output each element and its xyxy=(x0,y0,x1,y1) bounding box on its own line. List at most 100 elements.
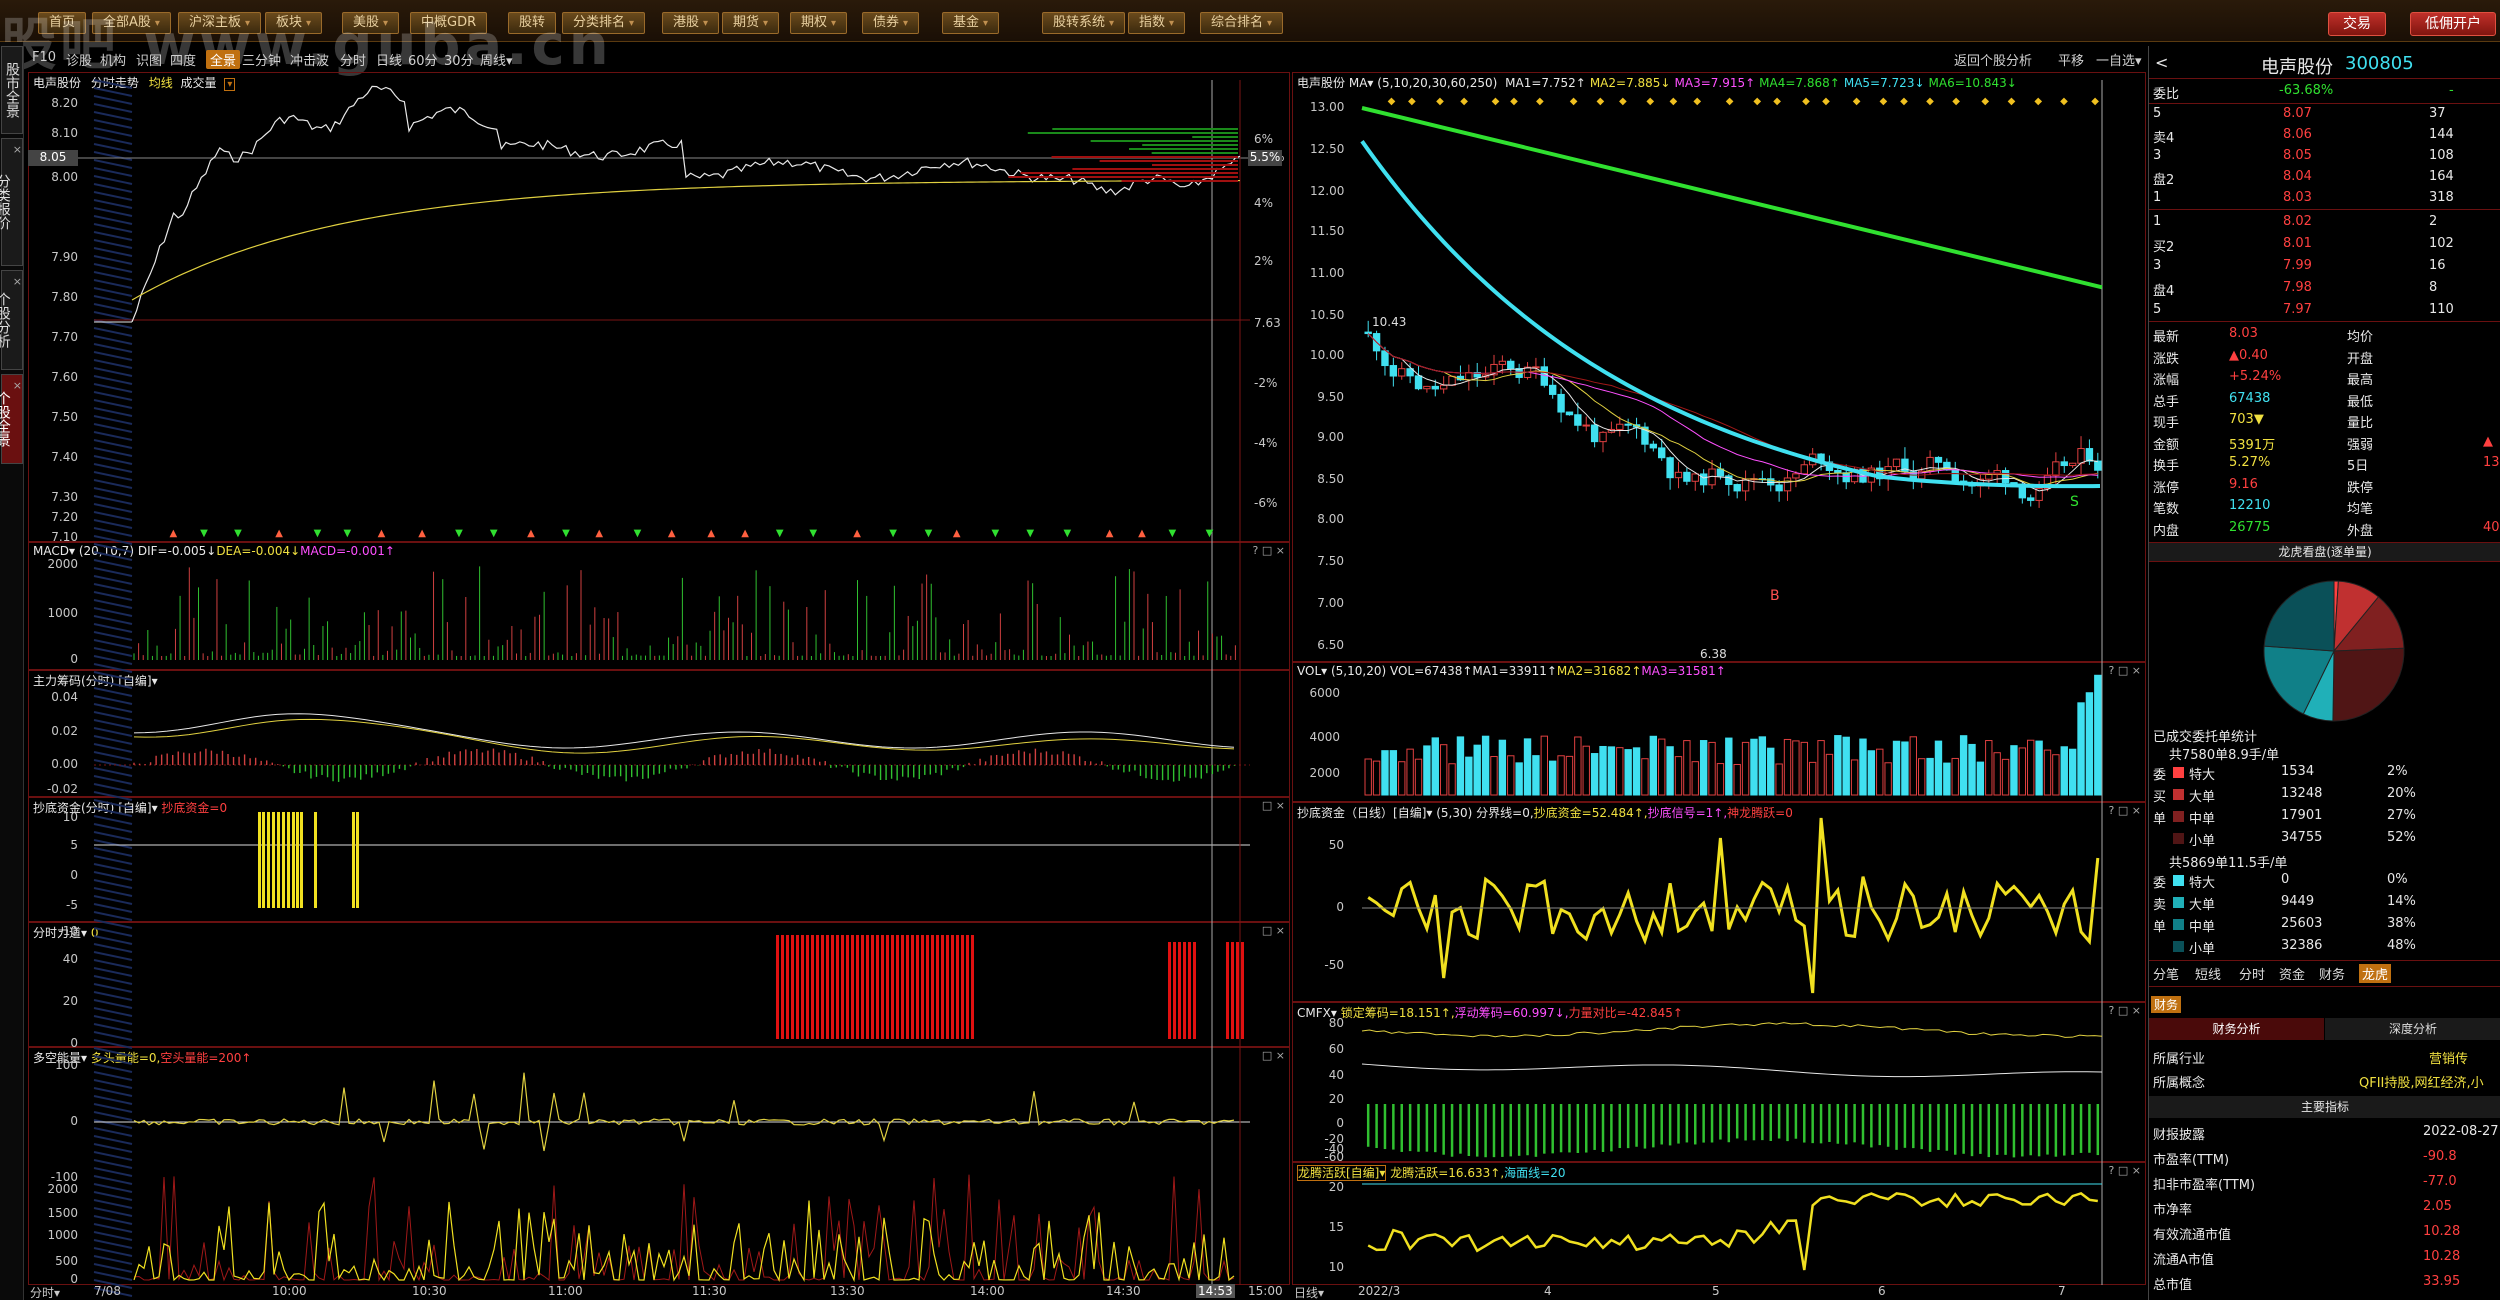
sell-signal: S xyxy=(2070,494,2079,510)
kline-candle xyxy=(1423,385,1431,390)
daily-volume-bar xyxy=(2001,758,2010,796)
daily-volume-bar xyxy=(1616,747,1624,796)
finance-analysis-button[interactable]: 财务分析 xyxy=(2149,1018,2324,1040)
y-axis-label: 10 xyxy=(1328,1260,1344,1274)
fund-bar xyxy=(1226,942,1229,1039)
kline-candle xyxy=(2027,497,2035,501)
premarket-hatch xyxy=(93,639,133,649)
divider xyxy=(2149,78,2500,79)
depth-bar xyxy=(1121,180,1238,182)
kline-candle xyxy=(1582,424,1590,427)
kline-candle xyxy=(1381,350,1389,367)
quote-tab-1[interactable]: 短线 xyxy=(2195,964,2221,983)
event-diamond-icon: ◆ xyxy=(2008,96,2016,107)
premarket-hatch xyxy=(93,1055,133,1065)
y-axis-label: 20 xyxy=(1328,1092,1344,1106)
premarket-hatch xyxy=(93,759,133,769)
legend-swatch xyxy=(2173,767,2184,778)
quote-tab-5[interactable]: 龙虎 xyxy=(2359,964,2392,983)
kline-candle xyxy=(1842,472,1850,483)
kline-candle xyxy=(2001,470,2010,484)
quote-tab-2[interactable]: 分时 xyxy=(2239,964,2265,983)
stat-row: 金额 5391万 强弱 ▲ xyxy=(2149,432,2500,453)
premarket-hatch xyxy=(93,511,133,521)
daily-volume-bar xyxy=(1666,746,1674,796)
quote-tab-4[interactable]: 财务 xyxy=(2319,964,2345,983)
daily-volume-bar xyxy=(1423,745,1431,796)
y-axis-label: 50 xyxy=(1328,838,1344,852)
dragon-line xyxy=(1367,1191,2098,1271)
depth-bar xyxy=(1099,160,1238,162)
daily-period-switch[interactable]: 日线▾ xyxy=(1294,1284,1324,1300)
daily-volume-bar xyxy=(2068,748,2077,796)
fund-bar xyxy=(826,935,829,1039)
quote-tab-0[interactable]: 分笔 xyxy=(2153,964,2179,983)
premarket-hatch xyxy=(93,167,133,177)
premarket-hatch xyxy=(93,1247,133,1257)
event-diamond-icon: ◆ xyxy=(1460,96,1468,107)
y-axis-label: 8.10 xyxy=(51,126,78,140)
order-label: 特大 xyxy=(2189,876,2216,891)
depth-bar xyxy=(1142,144,1238,146)
kline-candle xyxy=(1985,474,1993,480)
period-switch[interactable]: 分时▾ xyxy=(30,1284,60,1300)
daily-volume-bar xyxy=(2027,739,2035,796)
premarket-hatch xyxy=(93,231,133,241)
order-side: 单 xyxy=(2153,812,2167,827)
x-axis-label: 6 xyxy=(1878,1284,1886,1298)
ask-row: 3 8.05 108 xyxy=(2149,146,2500,167)
x-axis-label: 7 xyxy=(2058,1284,2066,1298)
premarket-hatch xyxy=(93,727,133,737)
chip-bar xyxy=(300,812,303,908)
y-axis-label: 0 xyxy=(70,652,78,666)
daily-volume-bar xyxy=(1658,738,1666,796)
kline-candle xyxy=(1658,447,1666,459)
daily-volume-bar xyxy=(1574,736,1582,796)
fund-bar xyxy=(831,935,834,1039)
cell: 8 xyxy=(2429,280,2438,295)
premarket-hatch xyxy=(93,895,133,905)
cell: 144 xyxy=(2429,127,2454,142)
premarket-hatch xyxy=(93,487,133,497)
signal-marker: ▼ xyxy=(314,528,322,539)
quote-tab-3[interactable]: 资金 xyxy=(2279,964,2305,983)
pct-axis-label: -4% xyxy=(1254,436,1278,450)
order-volume: 34755 xyxy=(2281,830,2323,845)
y-axis-label: 1000 xyxy=(47,606,78,620)
order-side: 卖 xyxy=(2153,898,2167,913)
premarket-hatch xyxy=(93,439,133,449)
premarket-hatch xyxy=(93,911,133,921)
kline-candle xyxy=(1951,469,1959,482)
premarket-hatch xyxy=(93,631,133,641)
fund-bar xyxy=(961,935,964,1039)
open-account-button[interactable]: 低佣开户 xyxy=(2410,12,2496,36)
y-axis-label: 12.50 xyxy=(1310,142,1345,156)
premarket-hatch xyxy=(93,1271,133,1281)
premarket-hatch xyxy=(93,583,133,593)
fund-bar xyxy=(1241,942,1244,1039)
event-diamond-icon: ◆ xyxy=(2091,96,2099,107)
trade-button[interactable]: 交易 xyxy=(2328,12,2386,36)
kline-candle xyxy=(1699,473,1708,486)
premarket-hatch xyxy=(93,319,133,329)
kline-candle xyxy=(1398,368,1406,377)
deep-analysis-button[interactable]: 深度分析 xyxy=(2325,1018,2500,1040)
stat-value: 67438 xyxy=(2229,390,2271,406)
premarket-hatch xyxy=(93,503,133,513)
kline-candle xyxy=(1599,431,1607,443)
finance-tab[interactable]: 财务 xyxy=(2151,996,2182,1013)
kline-candle xyxy=(1414,375,1423,390)
y-axis-label: 7.80 xyxy=(51,290,78,304)
kline-candle xyxy=(1683,471,1691,482)
event-diamond-icon: ◆ xyxy=(1670,96,1678,107)
premarket-hatch xyxy=(93,735,133,745)
premarket-hatch xyxy=(93,359,133,369)
stat-value: ▲0.40 xyxy=(2229,347,2268,363)
bear-energy-line xyxy=(133,1174,1235,1282)
order-volume: 25603 xyxy=(2281,916,2323,931)
kline-candle xyxy=(1666,457,1674,479)
premarket-hatch xyxy=(93,87,133,97)
back-arrow-icon[interactable]: < xyxy=(2155,53,2168,72)
y-axis-label: 7.50 xyxy=(1317,554,1344,568)
order-side: 委 xyxy=(2153,876,2167,891)
